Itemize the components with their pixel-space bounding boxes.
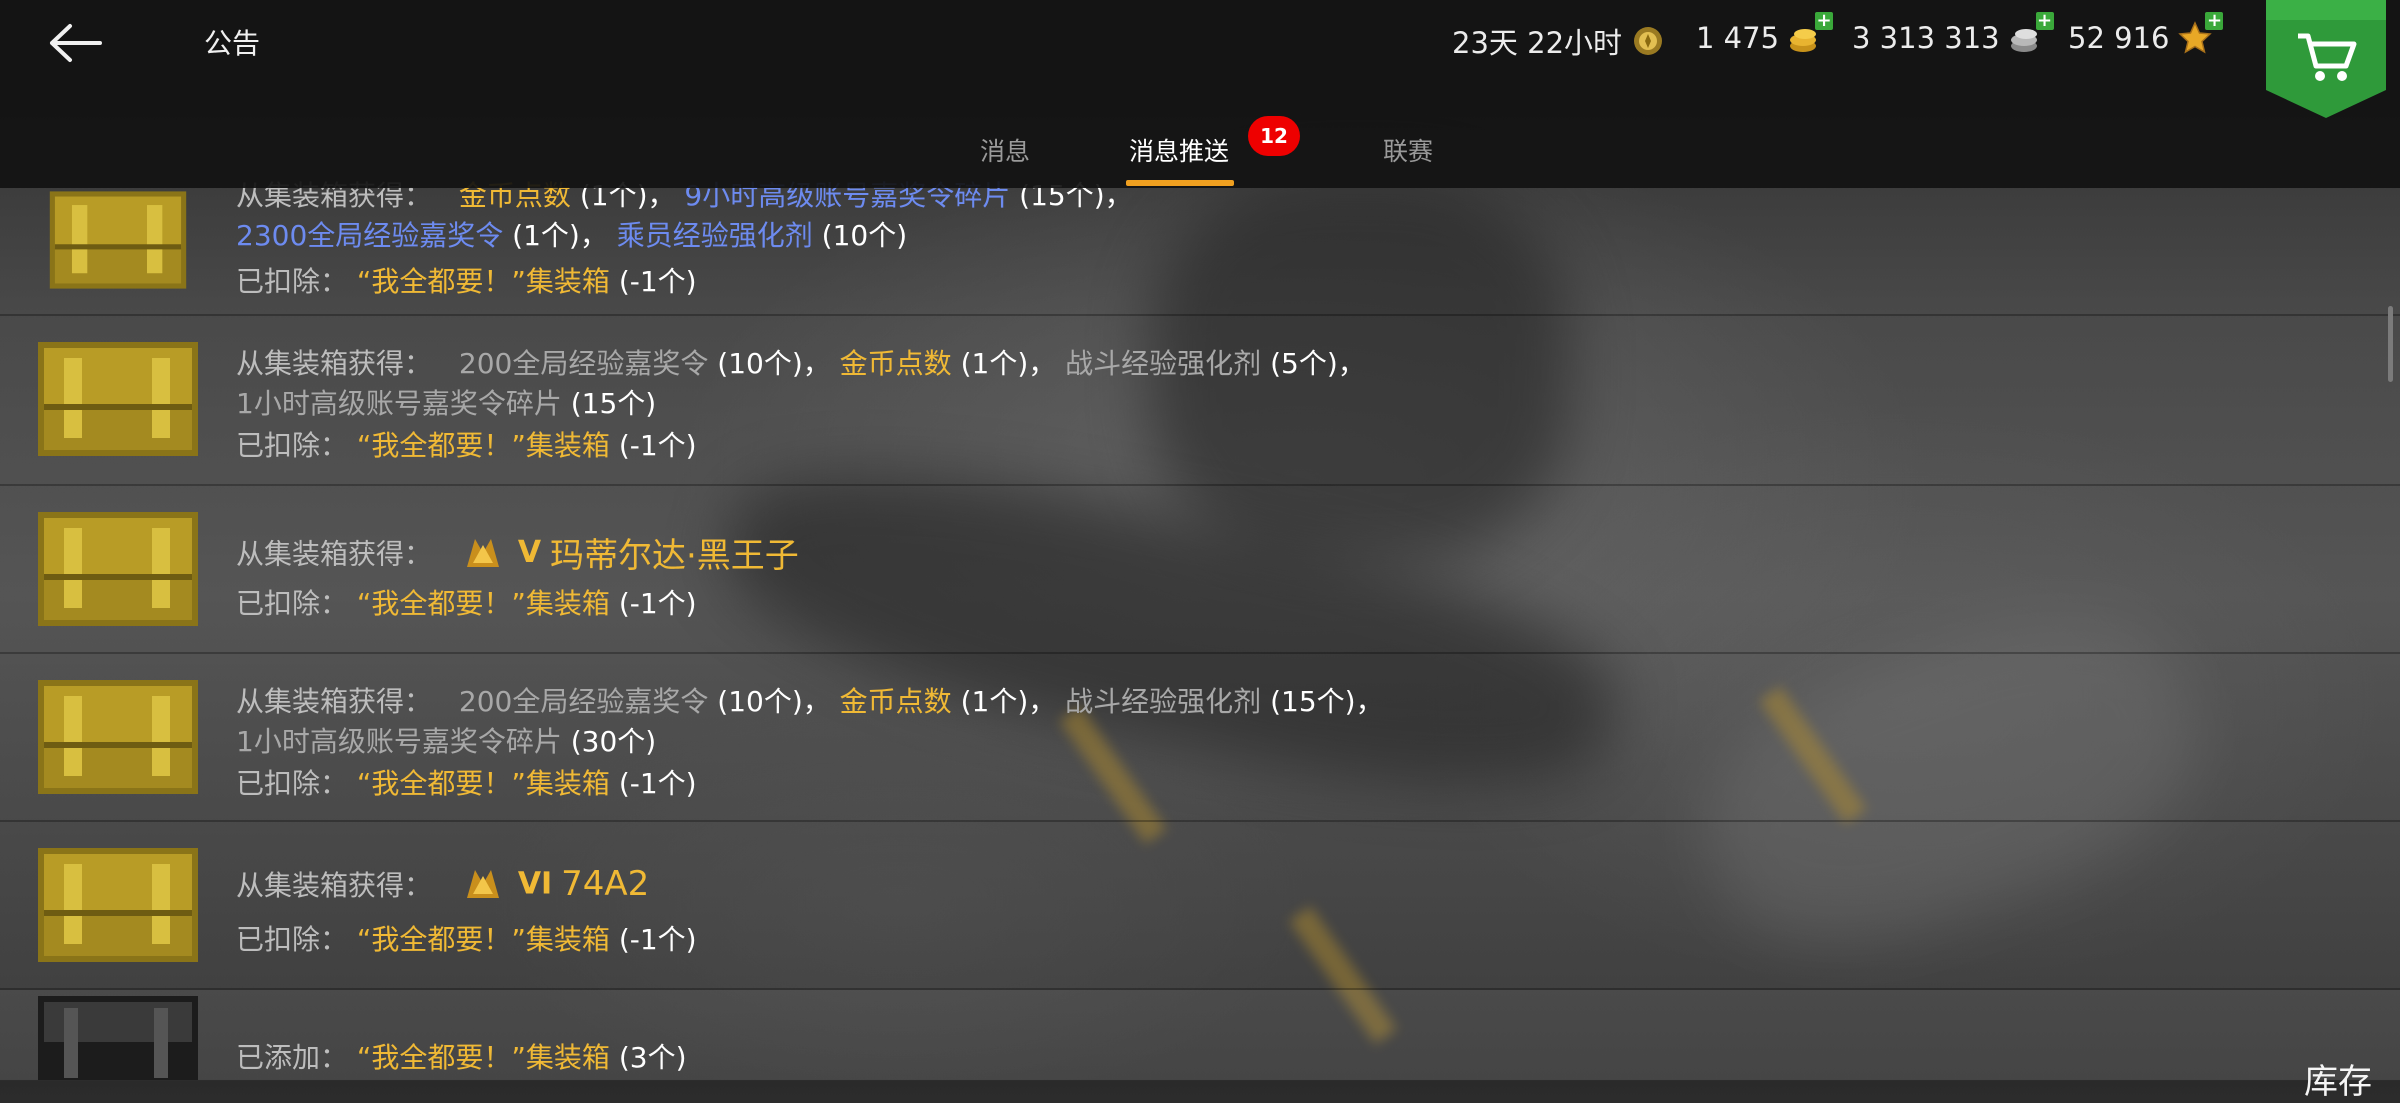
message-obtain-line: 从集装箱获得： V 玛蒂尔达·黑王子 (236, 528, 799, 577)
tab-messages[interactable]: 消息 (980, 132, 1030, 168)
gold-value: 1 475 (1696, 21, 1780, 55)
message-obtain-line: 从集装箱获得： VI 74A2 (236, 864, 650, 904)
shop-button[interactable] (2266, 0, 2386, 118)
premium-timer[interactable]: 23天 22小时 (1452, 20, 1666, 62)
message-row: 从集装箱获得： 金币点数 (1个)， 9小时高级账号嘉奖令碎片 (15个)， 2… (0, 179, 2400, 316)
gold-container-icon (38, 342, 198, 456)
premium-timer-value: 23天 22小时 (1452, 26, 1623, 60)
message-added-line: 已添加： “我全都要！”集装箱 (3个) (236, 1041, 687, 1074)
add-silver-icon[interactable]: + (2035, 12, 2054, 30)
silver-value: 3 313 313 (1852, 21, 2000, 55)
message-deduct-line: 已扣除： “我全都要！”集装箱 (-1个) (236, 923, 697, 956)
message-row: 从集装箱获得： 200全局经验嘉奖令 (10个)， 金币点数 (1个)， 战斗经… (0, 654, 2400, 822)
add-gold-icon[interactable]: + (1815, 12, 1834, 30)
message-row: 从集装箱获得： VI 74A2 已扣除： “我全都要！”集装箱 (-1个) (0, 822, 2400, 990)
message-obtain-line-2: 1小时高级账号嘉奖令碎片 (30个) (236, 725, 657, 758)
tier-emblem-icon (466, 870, 499, 898)
message-obtain-line: 2300全局经验嘉奖令 (1个)， 乘员经验强化剂 (10个) (236, 219, 908, 252)
inventory-button[interactable]: 库存 (2304, 1054, 2372, 1103)
message-row: 从集装箱获得： 200全局经验嘉奖令 (10个)， 金币点数 (1个)， 战斗经… (0, 316, 2400, 486)
message-obtain-line-2: 1小时高级账号嘉奖令碎片 (15个) (236, 387, 657, 420)
silver-balance[interactable]: 3 313 313 + (1852, 12, 2054, 56)
tab-message-push[interactable]: 消息推送 (1129, 132, 1229, 168)
add-free-xp-icon[interactable]: + (2205, 12, 2224, 30)
message-obtain-line: 从集装箱获得： 200全局经验嘉奖令 (10个)， 金币点数 (1个)， 战斗经… (236, 685, 1384, 718)
tab-league[interactable]: 联赛 (1383, 132, 1433, 168)
page-title: 公告 (204, 27, 261, 60)
message-row: 从集装箱获得： V 玛蒂尔达·黑王子 已扣除： “我全都要！”集装箱 (-1个) (0, 486, 2400, 654)
silver-coins-icon: + (2008, 12, 2054, 56)
active-tab-indicator (1126, 180, 1234, 186)
laurel-medal-icon (1634, 27, 1663, 55)
free-xp-balance[interactable]: 52 916 + (2068, 12, 2224, 56)
message-obtain-line: 从集装箱获得： 200全局经验嘉奖令 (10个)， 金币点数 (1个)， 战斗经… (236, 347, 1366, 380)
tier-emblem-icon (466, 538, 499, 567)
gold-container-icon (38, 848, 198, 962)
message-deduct-line: 已扣除： “我全都要！”集装箱 (-1个) (236, 265, 697, 298)
star-icon: + (2177, 12, 2224, 56)
top-bar: 公告 23天 22小时 1 475 + 3 313 313 + 52 916 +… (0, 0, 2400, 188)
scrollbar-thumb[interactable] (2388, 306, 2393, 382)
gold-balance[interactable]: 1 475 + (1696, 12, 1834, 56)
message-deduct-line: 已扣除： “我全都要！”集装箱 (-1个) (236, 429, 697, 462)
gold-container-icon (38, 512, 198, 626)
gold-container-icon (38, 680, 198, 794)
dark-container-icon (38, 996, 198, 1080)
gold-coins-icon: + (1787, 12, 1834, 56)
message-row: 已添加： “我全都要！”集装箱 (3个) (0, 990, 2400, 1080)
gold-container-icon (49, 191, 187, 289)
arrow-left-icon[interactable] (48, 18, 104, 68)
message-deduct-line: 已扣除： “我全都要！”集装箱 (-1个) (236, 767, 697, 800)
message-deduct-line: 已扣除： “我全都要！”集装箱 (-1个) (236, 587, 697, 620)
free-xp-value: 52 916 (2068, 21, 2170, 55)
notification-badge: 12 (1248, 116, 1300, 156)
